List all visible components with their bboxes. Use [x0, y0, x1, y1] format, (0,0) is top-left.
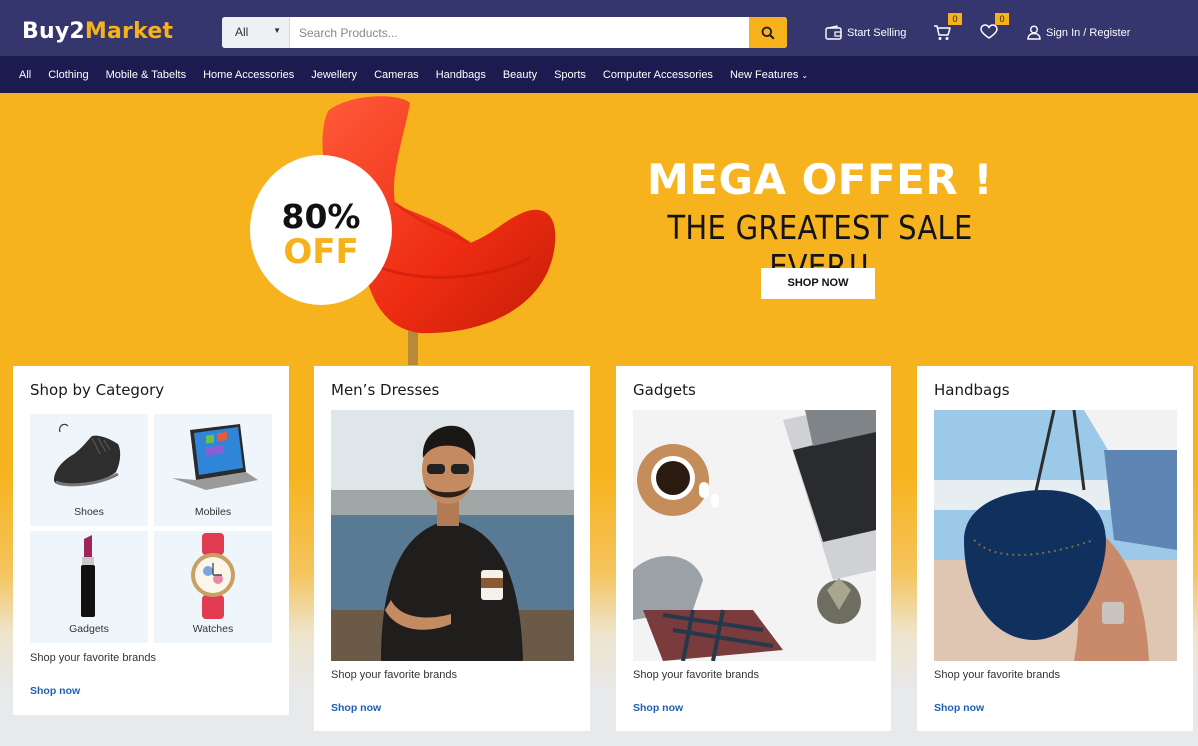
nav-item-new-features[interactable]: New Features ⌄: [730, 69, 808, 81]
discount-badge: 80% OFF: [250, 155, 392, 305]
search-bar: All ▼: [222, 17, 787, 48]
nav-item-all[interactable]: All: [19, 69, 31, 81]
nav-item-home-accessories[interactable]: Home Accessories: [203, 69, 294, 81]
nav-item-computer-accessories[interactable]: Computer Accessories: [603, 69, 713, 81]
sign-in-label: Sign In / Register: [1046, 26, 1131, 39]
category-label: Shoes: [74, 506, 104, 518]
category-label: Watches: [192, 623, 234, 635]
category-nav: All Clothing Mobile & Tabelts Home Acces…: [0, 56, 1198, 93]
search-category-value: All: [235, 25, 249, 39]
nav-item-mobile-tablets[interactable]: Mobile & Tabelts: [106, 69, 187, 81]
heart-icon: [980, 24, 998, 39]
start-selling-link[interactable]: Start Selling: [825, 25, 906, 40]
top-header: Buy2Market All ▼ Start Selling 0: [0, 0, 1198, 56]
shop-now-link[interactable]: Shop now: [331, 702, 381, 714]
shop-now-link[interactable]: Shop now: [934, 702, 984, 714]
wallet-icon: [825, 25, 842, 40]
card-title: Gadgets: [633, 381, 696, 399]
nav-item-handbags[interactable]: Handbags: [436, 69, 486, 81]
category-tile-mobiles[interactable]: Mobiles: [154, 414, 272, 526]
watch-image: [191, 533, 235, 619]
nav-item-jewellery[interactable]: Jewellery: [311, 69, 357, 81]
gadgets-card: Gadgets Shop your favorite brands Shop n…: [616, 366, 891, 731]
logo-text-main: Buy2: [22, 19, 85, 44]
site-logo[interactable]: Buy2Market: [22, 19, 173, 44]
mens-dresses-image[interactable]: [331, 410, 574, 661]
mens-dresses-card: Men’s Dresses Shop your favorite brands …: [314, 366, 590, 731]
man-photo: [331, 410, 574, 661]
shop-now-link[interactable]: Shop now: [30, 685, 80, 697]
user-icon: [1027, 25, 1041, 40]
wishlist-count-badge: 0: [995, 13, 1009, 25]
sign-in-link[interactable]: Sign In / Register: [1027, 25, 1130, 40]
nav-item-clothing[interactable]: Clothing: [48, 69, 88, 81]
shoe-image: [54, 423, 121, 487]
cart-button[interactable]: 0: [933, 13, 962, 44]
category-tile-shoes[interactable]: Shoes: [30, 414, 148, 526]
category-label: Mobiles: [194, 506, 232, 518]
discount-percent: 80%: [281, 197, 361, 236]
shop-by-category-card: Shop by Category Shoes Mobiles Gadgets W…: [13, 366, 289, 715]
category-label: Gadgets: [69, 623, 109, 635]
caret-down-icon: ▼: [273, 26, 281, 35]
nav-item-sports[interactable]: Sports: [554, 69, 586, 81]
handbags-image[interactable]: [934, 410, 1177, 661]
search-input[interactable]: [291, 17, 751, 48]
search-category-select[interactable]: All ▼: [222, 17, 290, 48]
cart-icon: [934, 25, 951, 40]
gadgets-image[interactable]: [633, 410, 876, 661]
card-title: Men’s Dresses: [331, 381, 440, 399]
card-description: Shop your favorite brands: [633, 669, 759, 681]
shop-now-button[interactable]: SHOP NOW: [761, 268, 875, 299]
logo-text-accent: Market: [84, 19, 174, 44]
handbag-photo: [934, 410, 1177, 661]
card-description: Shop your favorite brands: [30, 652, 156, 664]
category-tile-gadgets[interactable]: Gadgets: [30, 531, 148, 643]
laptop-image: [172, 424, 258, 490]
card-description: Shop your favorite brands: [934, 669, 1060, 681]
cart-count-badge: 0: [948, 13, 962, 25]
handbags-card: Handbags Shop your favorite brands Shop …: [917, 366, 1193, 731]
lipstick-image: [81, 535, 95, 617]
card-description: Shop your favorite brands: [331, 669, 457, 681]
banner-headline: MEGA OFFER !: [647, 155, 993, 204]
category-grid: Shoes Mobiles Gadgets Watches: [30, 414, 272, 643]
nav-item-new-features-label: New Features: [729, 68, 799, 81]
nav-item-beauty[interactable]: Beauty: [503, 69, 537, 81]
discount-off-text: OFF: [283, 232, 359, 272]
start-selling-label: Start Selling: [847, 26, 907, 39]
chevron-down-icon: ⌄: [801, 70, 809, 80]
wishlist-button[interactable]: 0: [980, 13, 1009, 44]
card-title: Handbags: [934, 381, 1010, 399]
nav-item-cameras[interactable]: Cameras: [374, 69, 419, 81]
card-title: Shop by Category: [30, 381, 165, 399]
search-icon: [761, 26, 775, 40]
category-tile-watches[interactable]: Watches: [154, 531, 272, 643]
shop-now-link[interactable]: Shop now: [633, 702, 683, 714]
gadgets-photo: [633, 410, 876, 661]
search-button[interactable]: [749, 17, 787, 48]
